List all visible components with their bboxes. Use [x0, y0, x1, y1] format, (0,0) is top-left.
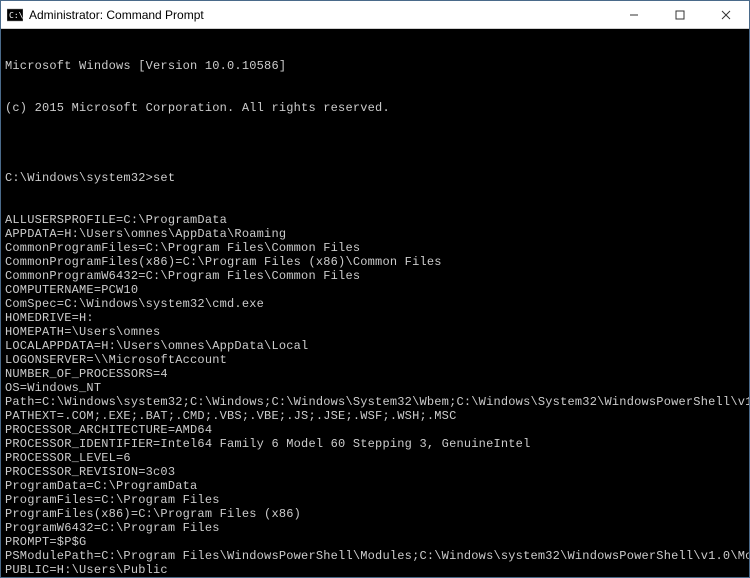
terminal-line: PATHEXT=.COM;.EXE;.BAT;.CMD;.VBS;.VBE;.J…	[5, 409, 745, 423]
minimize-button[interactable]	[611, 1, 657, 28]
titlebar[interactable]: C:\ Administrator: Command Prompt	[1, 1, 749, 29]
terminal-output[interactable]: Microsoft Windows [Version 10.0.10586] (…	[1, 29, 749, 577]
terminal-line: PROMPT=$P$G	[5, 535, 745, 549]
terminal-line: PUBLIC=H:\Users\Public	[5, 563, 745, 577]
terminal-line: Path=C:\Windows\system32;C:\Windows;C:\W…	[5, 395, 745, 409]
terminal-line: (c) 2015 Microsoft Corporation. All righ…	[5, 101, 745, 115]
cmd-window: C:\ Administrator: Command Prompt Micros…	[0, 0, 750, 578]
terminal-line: ProgramFiles=C:\Program Files	[5, 493, 745, 507]
terminal-line: OS=Windows_NT	[5, 381, 745, 395]
terminal-line: PROCESSOR_REVISION=3c03	[5, 465, 745, 479]
terminal-line: CommonProgramW6432=C:\Program Files\Comm…	[5, 269, 745, 283]
terminal-line: PROCESSOR_LEVEL=6	[5, 451, 745, 465]
terminal-line: LOCALAPPDATA=H:\Users\omnes\AppData\Loca…	[5, 339, 745, 353]
terminal-line: ProgramFiles(x86)=C:\Program Files (x86)	[5, 507, 745, 521]
terminal-line: PROCESSOR_IDENTIFIER=Intel64 Family 6 Mo…	[5, 437, 745, 451]
maximize-button[interactable]	[657, 1, 703, 28]
terminal-line: APPDATA=H:\Users\omnes\AppData\Roaming	[5, 227, 745, 241]
terminal-line: NUMBER_OF_PROCESSORS=4	[5, 367, 745, 381]
terminal-line: PROCESSOR_ARCHITECTURE=AMD64	[5, 423, 745, 437]
window-controls	[611, 1, 749, 28]
terminal-line: PSModulePath=C:\Program Files\WindowsPow…	[5, 549, 745, 563]
terminal-line: ProgramW6432=C:\Program Files	[5, 521, 745, 535]
close-button[interactable]	[703, 1, 749, 28]
terminal-line: LOGONSERVER=\\MicrosoftAccount	[5, 353, 745, 367]
terminal-line: CommonProgramFiles(x86)=C:\Program Files…	[5, 255, 745, 269]
terminal-line: COMPUTERNAME=PCW10	[5, 283, 745, 297]
terminal-line: Microsoft Windows [Version 10.0.10586]	[5, 59, 745, 73]
terminal-line: CommonProgramFiles=C:\Program Files\Comm…	[5, 241, 745, 255]
terminal-line: HOMEDRIVE=H:	[5, 311, 745, 325]
terminal-line: HOMEPATH=\Users\omnes	[5, 325, 745, 339]
terminal-line: ComSpec=C:\Windows\system32\cmd.exe	[5, 297, 745, 311]
window-title: Administrator: Command Prompt	[29, 8, 611, 22]
terminal-line: ALLUSERSPROFILE=C:\ProgramData	[5, 213, 745, 227]
terminal-line: ProgramData=C:\ProgramData	[5, 479, 745, 493]
svg-text:C:\: C:\	[9, 11, 23, 20]
terminal-prompt: C:\Windows\system32>set	[5, 171, 745, 185]
cmd-icon: C:\	[7, 7, 23, 23]
